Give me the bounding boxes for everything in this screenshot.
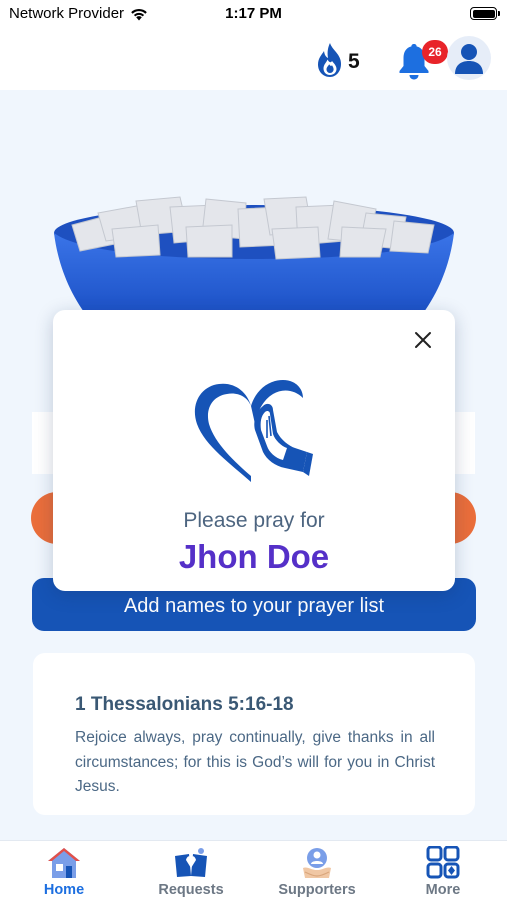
verse-reference: 1 Thessalonians 5:16-18 (75, 694, 294, 715)
nav-label-more: More (425, 882, 461, 898)
flame-icon (318, 43, 341, 77)
app-header: 5 26 (0, 28, 507, 90)
home-icon (48, 848, 80, 878)
nav-item-more[interactable]: More (388, 846, 498, 898)
status-bar: Network Provider 1:17 PM (0, 0, 507, 28)
avatar[interactable] (447, 36, 491, 80)
bottom-nav: Home Requests Supporters More (0, 840, 507, 900)
nav-item-supporters[interactable]: Supporters (262, 846, 372, 898)
supporters-icon (303, 848, 331, 878)
close-icon (415, 332, 431, 348)
status-time: 1:17 PM (225, 5, 282, 22)
streak-count: 5 (348, 50, 360, 73)
notification-badge: 26 (422, 40, 448, 64)
nav-label-requests: Requests (158, 882, 224, 898)
grid-icon (426, 846, 460, 879)
prayer-name: Jhon Doe (178, 538, 330, 575)
verse-text: Rejoice always, pray continually, give t… (75, 729, 435, 795)
verse-card: 1 Thessalonians 5:16-18 Rejoice always, … (33, 653, 475, 815)
prayer-book-icon (175, 848, 207, 877)
pray-for-modal: Please pray for Jhon Doe (53, 310, 455, 591)
modal-label: Please pray for (183, 509, 325, 532)
prayer-bowl-image (54, 196, 454, 320)
user-icon (455, 44, 483, 74)
nav-label-home: Home (43, 882, 85, 898)
battery-icon (470, 7, 500, 20)
praying-hands-heart-icon (194, 380, 313, 482)
streak-counter[interactable]: 5 (314, 42, 360, 78)
nav-item-home[interactable]: Home (9, 846, 119, 898)
nav-label-supporters: Supporters (278, 882, 356, 898)
close-button[interactable] (411, 328, 435, 352)
nav-item-requests[interactable]: Requests (136, 846, 246, 898)
